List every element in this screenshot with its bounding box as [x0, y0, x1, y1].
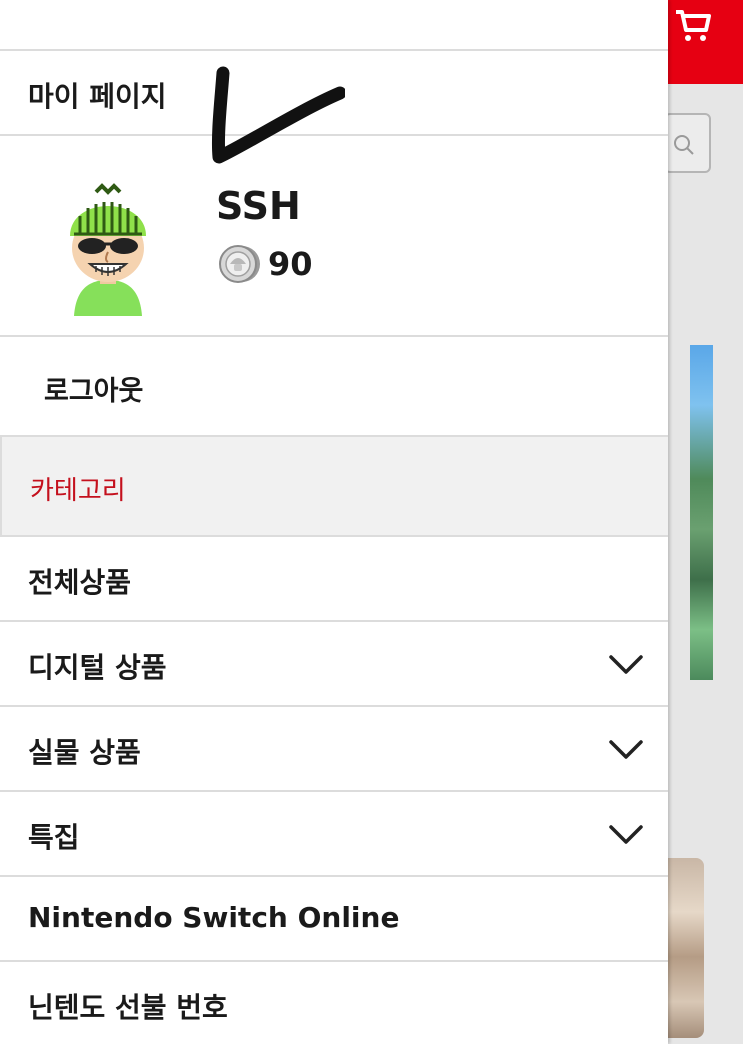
logout-label: 로그아웃: [44, 376, 144, 407]
menu-item-label: 특집: [28, 821, 80, 854]
profile-username: SSH: [216, 184, 301, 228]
menu-item-label: Nintendo Switch Online: [28, 901, 400, 934]
search-box[interactable]: [664, 113, 711, 173]
side-menu-drawer: 마이 페이지 SSH 90 로그아웃 카테고리 전체상품 디지털 상품 실물 상…: [0, 0, 668, 1044]
menu-item-label: 전체상품: [28, 566, 132, 599]
menu-row-cutoff: [0, 0, 668, 51]
cart-icon[interactable]: [672, 6, 712, 46]
menu-item-label: 디지털 상품: [28, 651, 167, 684]
search-icon: [674, 135, 694, 155]
background-banner-image: [690, 345, 713, 680]
category-header: 카테고리: [0, 437, 668, 537]
menu-item-nintendo-switch-online[interactable]: Nintendo Switch Online: [0, 877, 668, 962]
chevron-down-icon[interactable]: [608, 654, 644, 676]
my-page-label: 마이 페이지: [28, 80, 167, 113]
profile-section[interactable]: SSH 90: [0, 136, 668, 337]
menu-item-all-products[interactable]: 전체상품: [0, 537, 668, 622]
points-display: 90: [216, 244, 313, 284]
background-photo-image: [668, 858, 704, 1038]
menu-item-features[interactable]: 특집: [0, 792, 668, 877]
logout-button[interactable]: 로그아웃: [0, 337, 668, 437]
menu-item-label: 실물 상품: [28, 736, 141, 769]
menu-item-physical-products[interactable]: 실물 상품: [0, 707, 668, 792]
platinum-point-icon: [219, 245, 260, 283]
menu-item-digital-products[interactable]: 디지털 상품: [0, 622, 668, 707]
chevron-down-icon[interactable]: [608, 739, 644, 761]
menu-item-label: 닌텐도 선불 번호: [28, 991, 228, 1024]
menu-item-prepaid-number[interactable]: 닌텐도 선불 번호: [0, 962, 668, 1044]
chevron-down-icon[interactable]: [608, 824, 644, 846]
points-count: 90: [268, 245, 313, 283]
mii-avatar: [60, 176, 156, 316]
category-header-label: 카테고리: [30, 476, 126, 506]
menu-item-my-page[interactable]: 마이 페이지: [0, 51, 668, 164]
